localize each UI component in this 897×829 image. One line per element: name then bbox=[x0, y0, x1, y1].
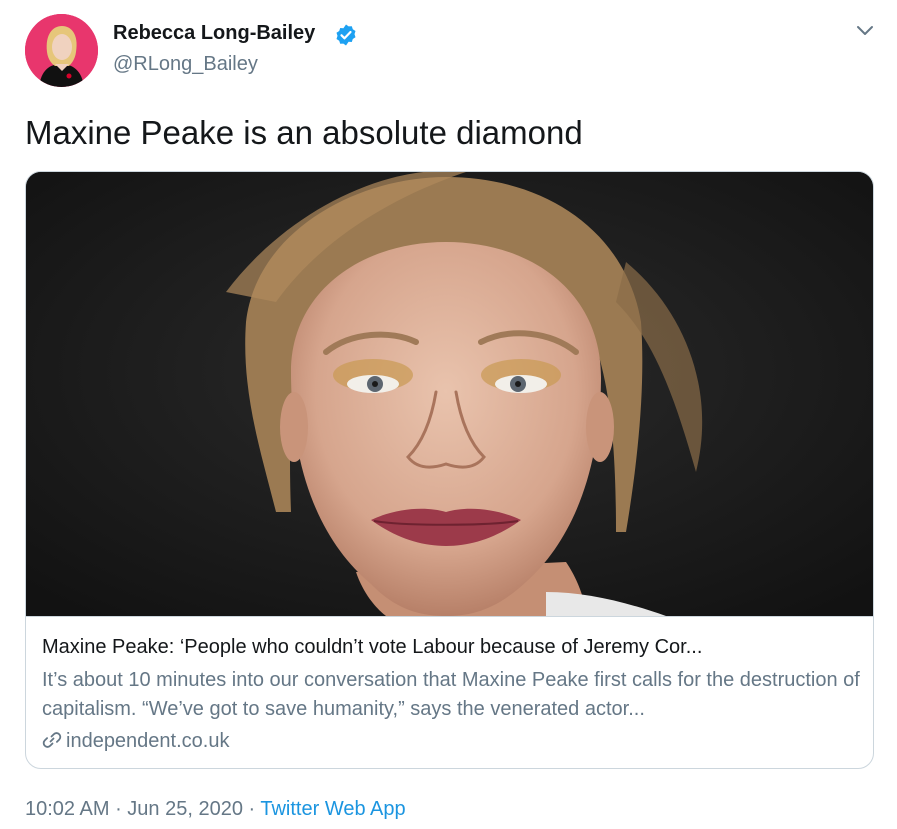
author-display-name[interactable]: Rebecca Long-Bailey bbox=[113, 20, 315, 46]
tweet-date[interactable]: Jun 25, 2020 bbox=[127, 798, 243, 820]
tweet-text: Maxine Peake is an absolute diamond bbox=[25, 114, 583, 151]
meta-separator: · bbox=[242, 798, 261, 820]
verified-badge-icon bbox=[336, 24, 356, 46]
card-title[interactable]: Maxine Peake: ‘People who couldn’t vote … bbox=[42, 634, 857, 660]
card-domain-text: independent.co.uk bbox=[66, 730, 230, 752]
avatar-image bbox=[25, 14, 98, 87]
avatar[interactable] bbox=[25, 14, 98, 87]
card-divider bbox=[26, 616, 873, 617]
card-description: It’s about 10 minutes into our conversat… bbox=[42, 669, 860, 720]
link-card[interactable]: Maxine Peake: ‘People who couldn’t vote … bbox=[25, 171, 874, 769]
author-handle[interactable]: @RLong_Bailey bbox=[113, 51, 258, 77]
card-image bbox=[26, 172, 873, 616]
tweet: Rebecca Long-Bailey @RLong_Bailey Maxine… bbox=[0, 0, 897, 829]
chevron-down-icon[interactable] bbox=[852, 20, 878, 42]
tweet-source-link[interactable]: Twitter Web App bbox=[260, 798, 405, 820]
meta-separator: · bbox=[109, 798, 128, 820]
tweet-time[interactable]: 10:02 AM bbox=[25, 798, 110, 820]
card-domain[interactable]: independent.co.uk bbox=[42, 728, 229, 754]
link-icon bbox=[42, 732, 62, 748]
tweet-meta: 10:02 AM · Jun 25, 2020 · Twitter Web Ap… bbox=[25, 795, 406, 823]
